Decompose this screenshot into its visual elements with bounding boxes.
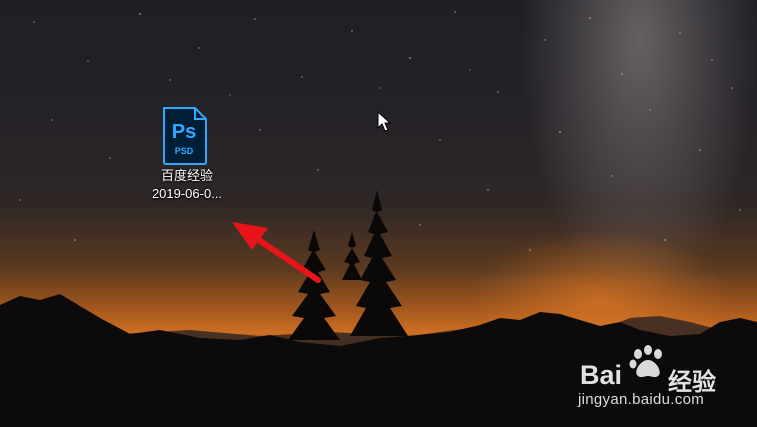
desktop[interactable]: Ps PSD 百度经验 2019-06-0... Bai 经验 jingyan.… — [0, 0, 757, 427]
file-name-label: 百度经验 2019-06-0... — [139, 167, 235, 203]
ps-badge: Ps — [172, 121, 196, 143]
watermark-url: jingyan.baidu.com — [578, 391, 705, 408]
baidu-jingyan-watermark: Bai 经验 jingyan.baidu.com — [578, 344, 728, 414]
watermark-brand-bai: Bai — [580, 360, 623, 390]
pine-trees — [288, 190, 408, 340]
psd-subtype-label: PSD — [175, 146, 194, 156]
annotation-arrow — [232, 222, 321, 283]
file-name-line2: 2019-06-0... — [151, 186, 223, 201]
mouse-pointer-icon — [377, 111, 391, 132]
watermark-brand: Bai 经验 — [578, 360, 728, 396]
photoshop-psd-file-icon: Ps PSD — [163, 107, 207, 165]
file-name-line1: 百度经验 — [160, 168, 213, 183]
